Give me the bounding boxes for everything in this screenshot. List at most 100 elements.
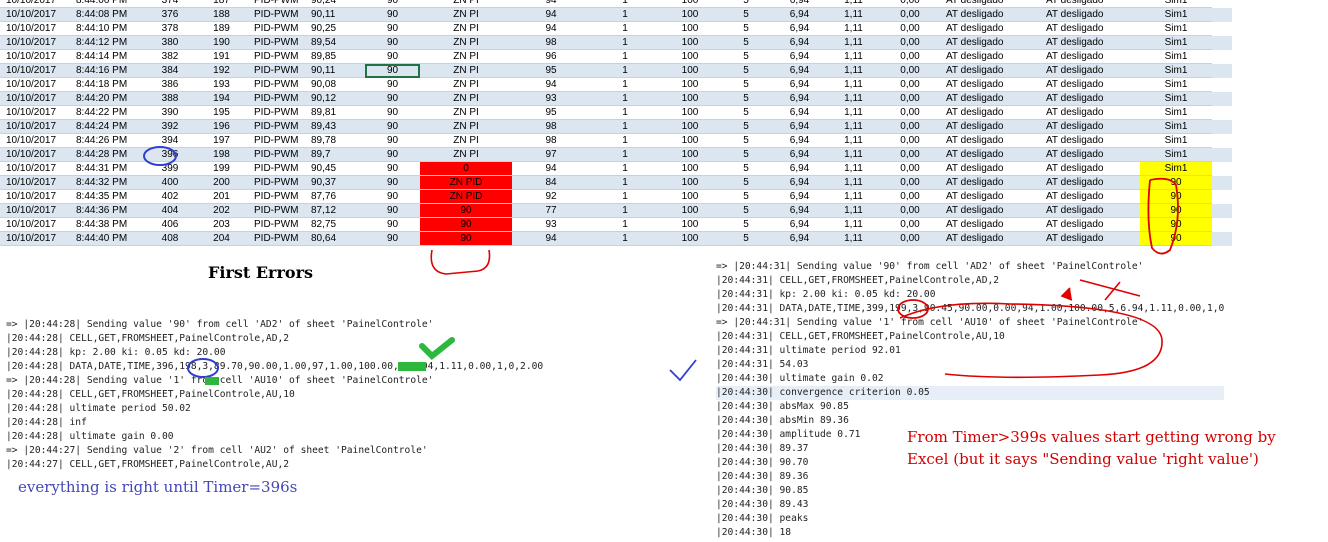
table-cell[interactable]: 0,00 <box>880 0 940 8</box>
table-cell[interactable]: AT desligado <box>1040 22 1140 36</box>
table-cell[interactable]: 90 <box>420 218 512 232</box>
table-cell[interactable]: 90,37 <box>305 176 365 190</box>
table-cell[interactable]: 6,94 <box>772 162 827 176</box>
table-cell[interactable]: AT desligado <box>1040 78 1140 92</box>
table-cell[interactable]: ZN PI <box>420 50 512 64</box>
table-cell[interactable]: 1,11 <box>827 106 880 120</box>
table-cell[interactable]: 6,94 <box>772 78 827 92</box>
table-cell[interactable]: 5 <box>720 106 772 120</box>
table-cell[interactable]: 5 <box>720 134 772 148</box>
table-cell[interactable]: 90 <box>365 64 420 78</box>
table-cell[interactable]: 100 <box>660 148 720 162</box>
table-cell[interactable]: 90 <box>420 232 512 246</box>
table-cell[interactable]: 90,12 <box>305 92 365 106</box>
table-cell[interactable]: 384 <box>145 64 195 78</box>
table-cell[interactable]: 190 <box>195 36 248 50</box>
table-cell[interactable]: 8:44:35 PM <box>70 190 145 204</box>
table-cell[interactable]: 8:44:14 PM <box>70 50 145 64</box>
table-cell[interactable]: 1 <box>590 232 660 246</box>
table-cell[interactable]: PID-PWM <box>248 64 305 78</box>
table-cell[interactable]: ZN PI <box>420 36 512 50</box>
table-cell[interactable]: Sim1 <box>1140 22 1212 36</box>
table-cell[interactable]: 196 <box>195 120 248 134</box>
table-cell[interactable]: AT desligado <box>940 162 1040 176</box>
table-cell[interactable]: AT desligado <box>1040 92 1140 106</box>
table-cell[interactable]: AT desligado <box>1040 190 1140 204</box>
table-cell[interactable]: 10/10/2017 <box>0 22 70 36</box>
table-cell[interactable]: Sim1 <box>1140 134 1212 148</box>
table-cell[interactable]: 1,11 <box>827 78 880 92</box>
table-cell[interactable]: 6,94 <box>772 36 827 50</box>
table-cell[interactable]: 390 <box>145 106 195 120</box>
table-cell[interactable]: 100 <box>660 232 720 246</box>
table-cell[interactable]: 10/10/2017 <box>0 36 70 50</box>
table-cell[interactable]: AT desligado <box>1040 176 1140 190</box>
table-cell[interactable]: ZN PID <box>420 190 512 204</box>
table-cell[interactable]: 90 <box>365 36 420 50</box>
table-cell[interactable]: 1,11 <box>827 36 880 50</box>
table-cell[interactable]: 10/10/2017 <box>0 134 70 148</box>
table-cell[interactable]: PID-PWM <box>248 148 305 162</box>
table-cell[interactable]: 77 <box>512 204 590 218</box>
table-cell[interactable]: 10/10/2017 <box>0 78 70 92</box>
table-cell[interactable]: 0,00 <box>880 190 940 204</box>
table-cell[interactable]: 100 <box>660 8 720 22</box>
table-cell[interactable]: 8:44:40 PM <box>70 232 145 246</box>
table-cell[interactable]: 8:44:32 PM <box>70 176 145 190</box>
table-cell[interactable]: 1 <box>590 36 660 50</box>
table-cell[interactable]: 10/10/2017 <box>0 218 70 232</box>
table-cell[interactable]: 394 <box>145 134 195 148</box>
table-cell[interactable]: 1,11 <box>827 64 880 78</box>
table-cell[interactable]: 90 <box>365 134 420 148</box>
table-cell[interactable]: 0,00 <box>880 232 940 246</box>
table-cell[interactable]: 8:44:18 PM <box>70 78 145 92</box>
table-cell[interactable]: 100 <box>660 50 720 64</box>
table-cell[interactable]: 90 <box>365 120 420 134</box>
table-cell[interactable]: 8:44:12 PM <box>70 36 145 50</box>
table-cell[interactable]: 6,94 <box>772 148 827 162</box>
table-cell[interactable]: PID-PWM <box>248 106 305 120</box>
table-cell[interactable]: AT desligado <box>1040 162 1140 176</box>
table-cell[interactable]: 203 <box>195 218 248 232</box>
table-cell[interactable]: 378 <box>145 22 195 36</box>
table-cell[interactable]: 8:44:31 PM <box>70 162 145 176</box>
table-cell[interactable]: 100 <box>660 106 720 120</box>
table-cell[interactable]: 8:44:26 PM <box>70 134 145 148</box>
table-cell[interactable]: PID-PWM <box>248 232 305 246</box>
table-cell[interactable]: ZN PI <box>420 22 512 36</box>
table-cell[interactable]: 90 <box>365 218 420 232</box>
table-cell[interactable]: AT desligado <box>1040 218 1140 232</box>
table-cell[interactable]: 1 <box>590 120 660 134</box>
table-cell[interactable]: 89,54 <box>305 36 365 50</box>
table-cell[interactable]: 187 <box>195 0 248 8</box>
table-cell[interactable]: 198 <box>195 148 248 162</box>
table-cell[interactable]: AT desligado <box>1040 134 1140 148</box>
table-cell[interactable]: 93 <box>512 92 590 106</box>
table-cell[interactable]: PID-PWM <box>248 78 305 92</box>
table-cell[interactable]: 191 <box>195 50 248 64</box>
table-cell[interactable]: 388 <box>145 92 195 106</box>
table-cell[interactable]: 0,00 <box>880 204 940 218</box>
table-cell[interactable]: 199 <box>195 162 248 176</box>
table-cell[interactable]: 84 <box>512 176 590 190</box>
table-cell[interactable]: 5 <box>720 120 772 134</box>
table-cell[interactable]: 1,11 <box>827 204 880 218</box>
table-cell[interactable]: PID-PWM <box>248 176 305 190</box>
table-cell[interactable]: 90 <box>365 190 420 204</box>
table-cell[interactable]: 1,11 <box>827 218 880 232</box>
table-cell[interactable]: PID-PWM <box>248 92 305 106</box>
table-cell[interactable]: 189 <box>195 22 248 36</box>
table-cell[interactable]: 94 <box>512 162 590 176</box>
table-cell[interactable]: 1,11 <box>827 162 880 176</box>
table-cell[interactable]: 10/10/2017 <box>0 50 70 64</box>
table-cell[interactable]: 100 <box>660 162 720 176</box>
table-cell[interactable]: 5 <box>720 36 772 50</box>
table-cell[interactable]: 380 <box>145 36 195 50</box>
table-cell[interactable]: 188 <box>195 8 248 22</box>
table-cell[interactable]: AT desligado <box>940 0 1040 8</box>
table-cell[interactable]: 1,11 <box>827 190 880 204</box>
table-cell[interactable]: 5 <box>720 78 772 92</box>
table-cell[interactable]: AT desligado <box>940 120 1040 134</box>
table-cell[interactable]: 6,94 <box>772 218 827 232</box>
table-cell[interactable]: 1,11 <box>827 148 880 162</box>
